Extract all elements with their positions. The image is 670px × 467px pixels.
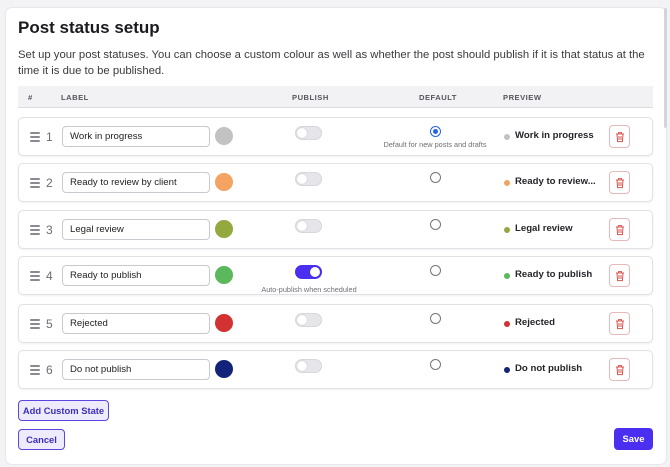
status-row: 5 Rejected xyxy=(18,304,653,343)
header-label: LABEL xyxy=(61,93,89,102)
status-label-input[interactable] xyxy=(62,265,210,286)
color-swatch[interactable] xyxy=(215,220,233,238)
cancel-button[interactable]: Cancel xyxy=(18,429,65,450)
preview-dot xyxy=(504,367,510,373)
preview-dot xyxy=(504,134,510,140)
page-title: Post status setup xyxy=(18,18,160,37)
preview-dot xyxy=(504,273,510,279)
status-label-input[interactable] xyxy=(62,313,210,334)
row-number: 1 xyxy=(46,130,53,144)
scrollbar[interactable] xyxy=(664,8,667,128)
header-num: # xyxy=(28,93,33,102)
trash-icon xyxy=(616,178,624,189)
header-default: DEFAULT xyxy=(419,93,457,102)
status-row: 2 Ready to review... xyxy=(18,163,653,202)
publish-toggle[interactable] xyxy=(295,219,322,233)
preview-label: Rejected xyxy=(515,317,555,328)
preview-dot xyxy=(504,227,510,233)
delete-button[interactable] xyxy=(609,171,630,194)
default-radio[interactable] xyxy=(430,219,441,230)
trash-icon xyxy=(616,132,624,143)
preview-label: Ready to publish xyxy=(515,269,593,280)
status-row: 4 Auto-publish when scheduled Ready to p… xyxy=(18,256,653,295)
preview-label: Legal review xyxy=(515,223,573,234)
color-swatch[interactable] xyxy=(215,127,233,145)
status-label-input[interactable] xyxy=(62,219,210,240)
row-number: 5 xyxy=(46,317,53,331)
default-radio[interactable] xyxy=(430,359,441,370)
drag-handle-icon[interactable] xyxy=(30,132,40,142)
default-note: Default for new posts and drafts xyxy=(383,140,487,149)
toggle-knob xyxy=(297,361,307,371)
publish-note: Auto-publish when scheduled xyxy=(261,285,357,294)
delete-button[interactable] xyxy=(609,358,630,381)
publish-toggle[interactable] xyxy=(295,126,322,140)
toggle-knob xyxy=(310,267,320,277)
color-swatch[interactable] xyxy=(215,360,233,378)
table-header: # LABEL PUBLISH DEFAULT PREVIEW xyxy=(18,86,653,108)
trash-icon xyxy=(616,271,624,282)
drag-handle-icon[interactable] xyxy=(30,319,40,329)
delete-button[interactable] xyxy=(609,312,630,335)
drag-handle-icon[interactable] xyxy=(30,271,40,281)
header-publish: PUBLISH xyxy=(292,93,329,102)
status-label-input[interactable] xyxy=(62,359,210,380)
publish-toggle[interactable] xyxy=(295,359,322,373)
row-number: 4 xyxy=(46,269,53,283)
drag-handle-icon[interactable] xyxy=(30,225,40,235)
row-number: 6 xyxy=(46,363,53,377)
preview-label: Do not publish xyxy=(515,363,583,374)
status-row: 6 Do not publish xyxy=(18,350,653,389)
default-radio[interactable] xyxy=(430,172,441,183)
trash-icon xyxy=(616,319,624,330)
status-setup-panel: Post status setup Set up your post statu… xyxy=(6,8,666,464)
publish-toggle[interactable] xyxy=(295,172,322,186)
status-row: 1 Default for new posts and drafts Work … xyxy=(18,117,653,156)
publish-toggle[interactable] xyxy=(295,313,322,327)
status-label-input[interactable] xyxy=(62,126,210,147)
trash-icon xyxy=(616,225,624,236)
drag-handle-icon[interactable] xyxy=(30,365,40,375)
status-row: 3 Legal review xyxy=(18,210,653,249)
toggle-knob xyxy=(297,128,307,138)
default-radio[interactable] xyxy=(430,313,441,324)
page-description: Set up your post statuses. You can choos… xyxy=(18,49,645,77)
delete-button[interactable] xyxy=(609,218,630,241)
delete-button[interactable] xyxy=(609,264,630,287)
row-number: 2 xyxy=(46,176,53,190)
default-radio[interactable] xyxy=(430,126,441,137)
toggle-knob xyxy=(297,315,307,325)
row-number: 3 xyxy=(46,223,53,237)
status-label-input[interactable] xyxy=(62,172,210,193)
toggle-knob xyxy=(297,174,307,184)
preview-label: Ready to review... xyxy=(515,176,596,187)
header-preview: PREVIEW xyxy=(503,93,542,102)
default-radio[interactable] xyxy=(430,265,441,276)
color-swatch[interactable] xyxy=(215,314,233,332)
drag-handle-icon[interactable] xyxy=(30,178,40,188)
toggle-knob xyxy=(297,221,307,231)
publish-toggle[interactable] xyxy=(295,265,322,279)
preview-dot xyxy=(504,321,510,327)
trash-icon xyxy=(616,365,624,376)
add-custom-state-button[interactable]: Add Custom State xyxy=(18,400,109,421)
color-swatch[interactable] xyxy=(215,266,233,284)
save-button[interactable]: Save xyxy=(614,428,653,450)
preview-dot xyxy=(504,180,510,186)
delete-button[interactable] xyxy=(609,125,630,148)
preview-label: Work in progress xyxy=(515,130,594,141)
color-swatch[interactable] xyxy=(215,173,233,191)
